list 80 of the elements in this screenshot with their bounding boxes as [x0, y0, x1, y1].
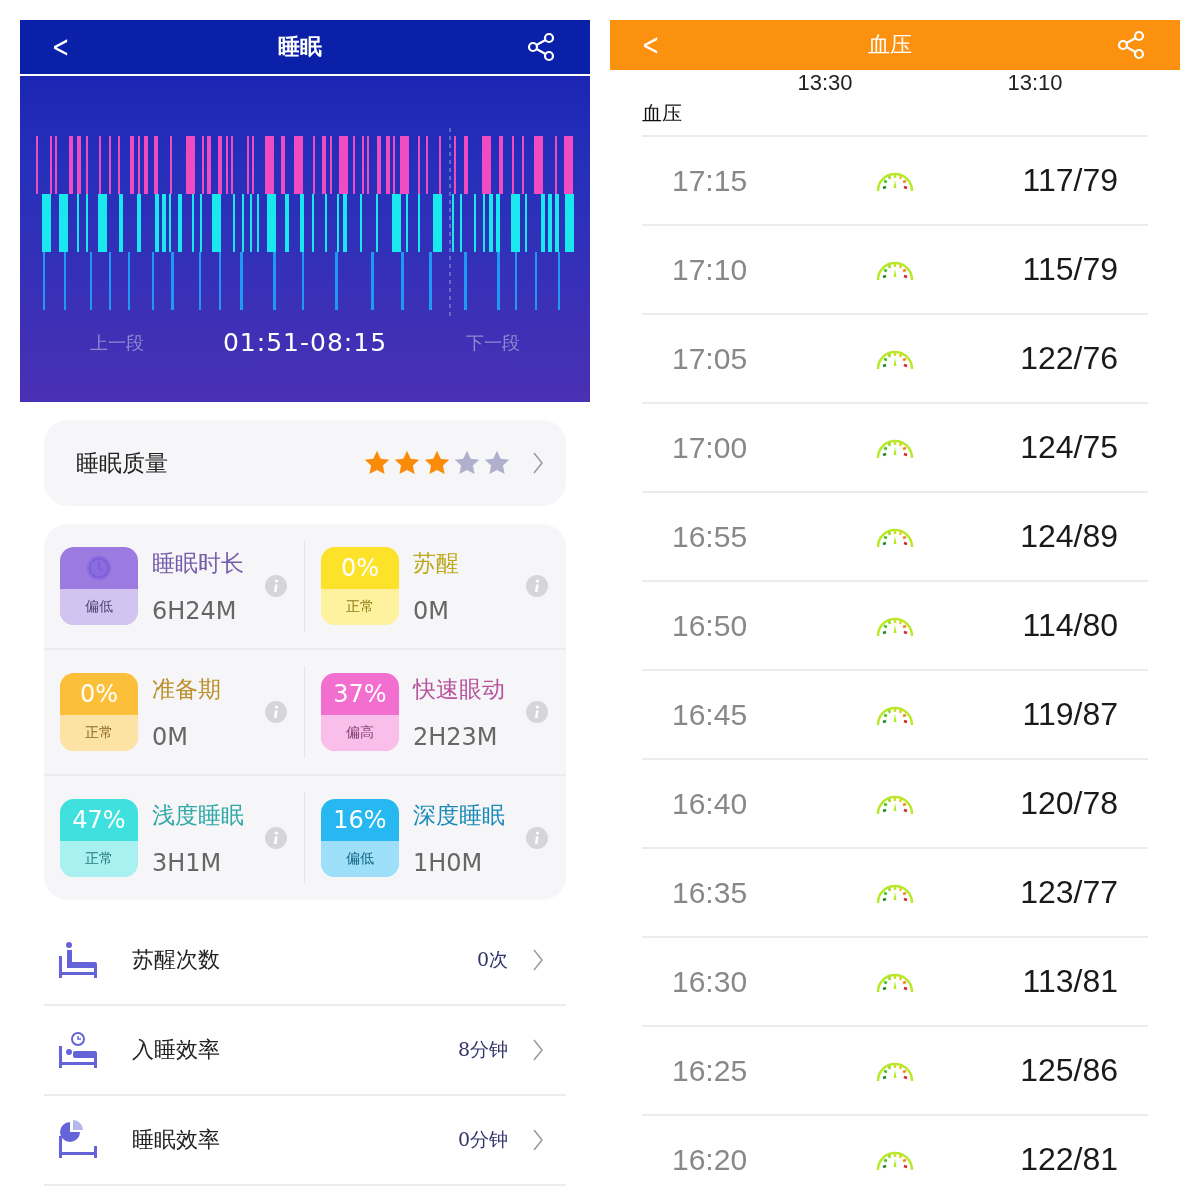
- sleep-quality-card[interactable]: 睡眠质量: [44, 420, 566, 506]
- info-icon[interactable]: [526, 701, 548, 723]
- blood-pressure-value: 114/80: [1021, 607, 1118, 644]
- chevron-icon: [532, 1128, 544, 1152]
- stage-duration: 2H23M: [413, 722, 499, 751]
- screen-title: 睡眠: [277, 32, 322, 61]
- stat-label: 苏醒次数: [132, 946, 221, 974]
- blood-pressure-value: 120/78: [1019, 785, 1118, 822]
- blood-pressure-value: 124/89: [1019, 518, 1118, 555]
- bed-icon: [58, 1120, 98, 1160]
- stage-duration: 0M: [413, 596, 450, 625]
- blood-pressure-value: 125/86: [1019, 1052, 1118, 1089]
- reading-time: 17:00: [672, 430, 749, 465]
- stat-value: 0次: [476, 947, 508, 972]
- stage-title: 浅度睡眠: [152, 800, 245, 830]
- stage-title: 睡眠时长: [152, 548, 245, 578]
- stage-percent: 16%: [333, 806, 387, 834]
- chevron-icon: [532, 451, 544, 475]
- stage-status: 正常: [85, 850, 113, 868]
- blood-pressure-value: 122/76: [1019, 340, 1118, 377]
- info-icon[interactable]: [265, 701, 287, 723]
- sleep-quality-label: 睡眠质量: [76, 448, 169, 478]
- stage-title: 准备期: [152, 674, 222, 704]
- stat-value: 0分钟: [457, 1127, 508, 1152]
- blood-pressure-value: 123/77: [1019, 874, 1118, 911]
- reading-time: 16:55: [672, 519, 749, 554]
- stage-title: 深度睡眠: [413, 800, 506, 830]
- bed-icon: [58, 940, 98, 980]
- chevron-icon: [532, 1038, 544, 1062]
- reading-time: 16:35: [672, 875, 749, 910]
- reading-time: 16:30: [672, 964, 749, 999]
- bed-icon: [58, 1030, 98, 1070]
- reading-time: 16:25: [672, 1053, 749, 1088]
- share-icon[interactable]: [526, 32, 556, 62]
- stage-percent: 47%: [72, 806, 126, 834]
- reading-time: 16:40: [672, 786, 749, 821]
- stat-label: 入睡效率: [132, 1036, 221, 1064]
- reading-time: 16:20: [672, 1142, 749, 1177]
- time-range: 01:51-08:15: [222, 328, 388, 357]
- reading-time: 17:10: [672, 252, 749, 287]
- stage-duration: 1H0M: [413, 848, 484, 877]
- blood-pressure-value: 119/87: [1021, 696, 1118, 733]
- info-icon[interactable]: [526, 575, 548, 597]
- stage-percent: 0%: [340, 554, 380, 582]
- blood-pressure-value: 122/81: [1019, 1141, 1118, 1178]
- reading-time: 17:15: [672, 163, 749, 198]
- stat-value: 8分钟: [457, 1037, 508, 1062]
- info-icon[interactable]: [526, 827, 548, 849]
- stage-percent: 37%: [333, 680, 387, 708]
- stage-status: 正常: [346, 598, 374, 616]
- reading-time: 17:05: [672, 341, 749, 376]
- info-icon[interactable]: [265, 575, 287, 597]
- sleep-stat-row[interactable]: 苏醒次数 0次: [44, 916, 566, 1006]
- stage-status: 正常: [85, 724, 113, 742]
- stage-percent: 0%: [79, 680, 119, 708]
- stage-status: 偏低: [85, 598, 113, 616]
- screen-title: 血压: [867, 31, 912, 59]
- blood-pressure-value: 115/79: [1021, 251, 1118, 288]
- stage-duration: 6H24M: [152, 596, 238, 625]
- stage-duration: 3H1M: [152, 848, 223, 877]
- stage-status: 偏低: [346, 850, 374, 868]
- blood-pressure-value: 124/75: [1019, 429, 1118, 466]
- sleep-stat-row[interactable]: 睡眠效率 0分钟: [44, 1096, 566, 1186]
- stage-duration: 0M: [152, 722, 189, 751]
- stat-label: 睡眠效率: [132, 1126, 221, 1154]
- info-icon[interactable]: [265, 827, 287, 849]
- blood-pressure-value: 117/79: [1021, 162, 1118, 199]
- section-title: 血压: [642, 100, 683, 127]
- chevron-icon: [532, 948, 544, 972]
- reading-time: 13:30: [797, 70, 853, 96]
- reading-time: 16:45: [672, 697, 749, 732]
- back-button[interactable]: <: [51, 32, 70, 62]
- blood-pressure-value: 113/81: [1021, 963, 1118, 1000]
- stage-title: 苏醒: [413, 548, 460, 578]
- reading-time: 13:10: [1007, 70, 1063, 96]
- clock-icon: [85, 554, 113, 582]
- sleep-stat-row[interactable]: 入睡效率 8分钟: [44, 1006, 566, 1096]
- stage-title: 快速眼动: [413, 674, 506, 704]
- reading-time: 16:50: [672, 608, 749, 643]
- stage-status: 偏高: [346, 724, 374, 742]
